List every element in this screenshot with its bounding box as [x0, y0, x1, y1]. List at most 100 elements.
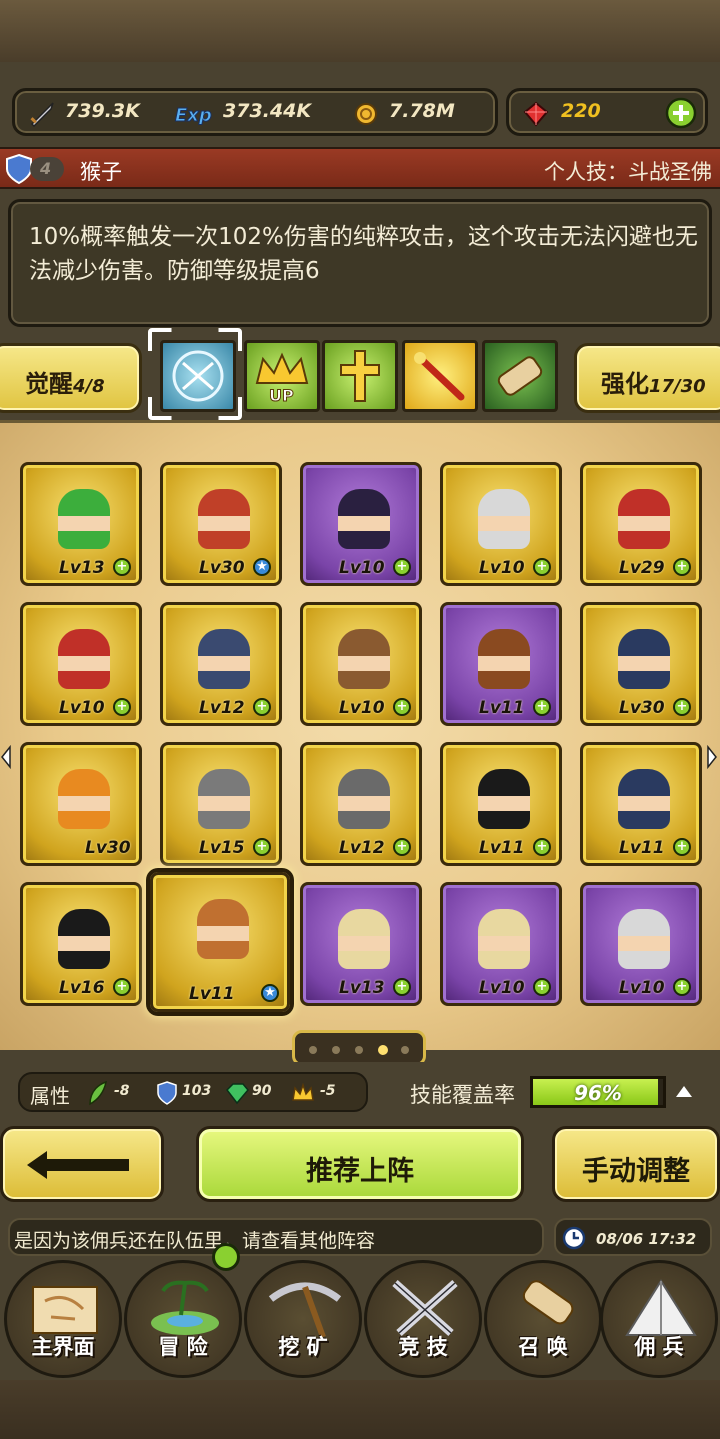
- hero-portrait: [58, 629, 110, 689]
- resource-bar: 739.3K Exp 373.44K 7.78M: [12, 88, 498, 136]
- attack-value: 739.3K: [65, 100, 140, 122]
- tab-bond[interactable]: [322, 340, 398, 412]
- enhance-button[interactable]: 强化17/30: [574, 343, 720, 413]
- plus-badge-icon[interactable]: +: [113, 698, 131, 716]
- tab-weapon[interactable]: [402, 340, 478, 412]
- nav-mining[interactable]: 挖 矿: [244, 1260, 362, 1378]
- hero-name: 猴子: [80, 160, 122, 184]
- awaken-button[interactable]: 觉醒4/8: [0, 343, 142, 413]
- plus-badge-icon[interactable]: +: [253, 838, 271, 856]
- plus-badge-icon[interactable]: +: [393, 558, 411, 576]
- coin-icon: [355, 103, 377, 125]
- nav-label: 主界面: [31, 1335, 95, 1359]
- message-box: 是因为该佣兵还在队伍里，请查看其他阵容: [8, 1218, 544, 1256]
- hero-portrait: [197, 899, 249, 959]
- back-button[interactable]: [0, 1126, 164, 1202]
- nav-label: 竞 技: [398, 1335, 448, 1359]
- hero-portrait: [198, 769, 250, 829]
- hero-portrait: [338, 629, 390, 689]
- hero-card[interactable]: Lv29 +: [580, 462, 702, 586]
- hero-card[interactable]: Lv12 +: [300, 742, 422, 866]
- hero-level: Lv30: [619, 698, 665, 718]
- hero-card[interactable]: Lv11 +: [440, 602, 562, 726]
- plus-badge-icon[interactable]: +: [673, 838, 691, 856]
- svg-text:Exp: Exp: [175, 105, 212, 126]
- nav-main[interactable]: 主界面: [4, 1260, 122, 1378]
- hero-card[interactable]: Lv10 +: [580, 882, 702, 1006]
- plus-badge-icon[interactable]: +: [393, 978, 411, 996]
- hero-card[interactable]: Lv11 +: [440, 742, 562, 866]
- plus-badge-icon[interactable]: +: [393, 698, 411, 716]
- plus-badge-icon[interactable]: +: [533, 838, 551, 856]
- rank-value: 4: [40, 159, 52, 178]
- nav-adventure[interactable]: 冒 险: [124, 1260, 242, 1378]
- gem-bar: 220: [506, 88, 708, 136]
- nav-summon[interactable]: 召 唤: [484, 1260, 602, 1378]
- hero-card[interactable]: Lv10 +: [20, 602, 142, 726]
- speed-stat: 90: [252, 1083, 272, 1099]
- hero-card[interactable]: Lv11 ★: [150, 872, 290, 1012]
- cross-handshake-icon: [340, 350, 380, 402]
- recommend-button[interactable]: 推荐上阵: [196, 1126, 524, 1202]
- hero-portrait: [478, 769, 530, 829]
- hero-card[interactable]: Lv10 +: [300, 602, 422, 726]
- hero-card[interactable]: Lv11 +: [580, 742, 702, 866]
- nav-arena[interactable]: 竞 技: [364, 1260, 482, 1378]
- page-indicator: [292, 1030, 426, 1066]
- next-page-arrow[interactable]: [706, 744, 718, 770]
- tab-upgrade[interactable]: UP: [244, 340, 320, 412]
- hero-level: Lv10: [479, 978, 525, 998]
- hero-card[interactable]: Lv30 +: [580, 602, 702, 726]
- defense-stat: 103: [182, 1083, 212, 1099]
- nav-label: 佣 兵: [634, 1335, 684, 1359]
- plus-badge-icon[interactable]: +: [253, 698, 271, 716]
- plus-badge-icon[interactable]: +: [673, 558, 691, 576]
- hero-card[interactable]: Lv30 ★: [160, 462, 282, 586]
- plus-badge-icon[interactable]: +: [533, 698, 551, 716]
- nav-mercenary[interactable]: 佣 兵: [600, 1260, 718, 1378]
- hero-level: Lv11: [619, 838, 665, 858]
- plus-badge-icon[interactable]: +: [673, 698, 691, 716]
- coverage-label: 技能覆盖率: [410, 1083, 515, 1107]
- exp-value: 373.44K: [223, 100, 312, 122]
- hero-card[interactable]: Lv15 +: [160, 742, 282, 866]
- hero-card[interactable]: Lv10 +: [440, 882, 562, 1006]
- hero-card[interactable]: Lv30: [20, 742, 142, 866]
- add-gem-button[interactable]: [665, 97, 697, 129]
- expand-up-button[interactable]: [674, 1083, 694, 1099]
- plus-badge-icon[interactable]: +: [533, 978, 551, 996]
- star-badge-icon[interactable]: ★: [253, 558, 271, 576]
- plus-badge-icon[interactable]: +: [393, 838, 411, 856]
- hero-card[interactable]: Lv10 +: [300, 462, 422, 586]
- tab-selection-frame: [148, 328, 242, 420]
- hero-level: Lv10: [59, 698, 105, 718]
- hero-level: Lv10: [619, 978, 665, 998]
- hero-card[interactable]: Lv13 +: [300, 882, 422, 1006]
- hero-card[interactable]: Lv10 +: [440, 462, 562, 586]
- hero-level: Lv12: [339, 838, 385, 858]
- tab-scroll[interactable]: [482, 340, 558, 412]
- exp-icon: Exp: [175, 105, 213, 127]
- rank-badge: 4: [30, 157, 64, 181]
- hero-level: Lv29: [619, 558, 665, 578]
- team-attributes: 属性 -8 103 90 -5: [18, 1072, 368, 1112]
- plus-badge-icon[interactable]: +: [673, 978, 691, 996]
- attack-stat: -8: [114, 1083, 130, 1099]
- plus-badge-icon[interactable]: +: [113, 978, 131, 996]
- hero-level: Lv30: [199, 558, 245, 578]
- hero-card[interactable]: Lv13 +: [20, 462, 142, 586]
- plus-badge-icon[interactable]: +: [533, 558, 551, 576]
- hero-level: Lv12: [199, 698, 245, 718]
- star-badge-icon[interactable]: ★: [261, 984, 279, 1002]
- hero-card[interactable]: Lv12 +: [160, 602, 282, 726]
- hero-portrait: [58, 909, 110, 969]
- plus-badge-icon[interactable]: +: [113, 558, 131, 576]
- page-dot: [401, 1046, 409, 1054]
- hero-card[interactable]: Lv16 +: [20, 882, 142, 1006]
- prev-page-arrow[interactable]: [0, 744, 12, 770]
- gold-value: 7.78M: [389, 100, 455, 122]
- manual-adjust-button[interactable]: 手动调整: [552, 1126, 720, 1202]
- hero-portrait: [58, 489, 110, 549]
- hero-level: Lv13: [59, 558, 105, 578]
- nav-label: 召 唤: [518, 1335, 568, 1359]
